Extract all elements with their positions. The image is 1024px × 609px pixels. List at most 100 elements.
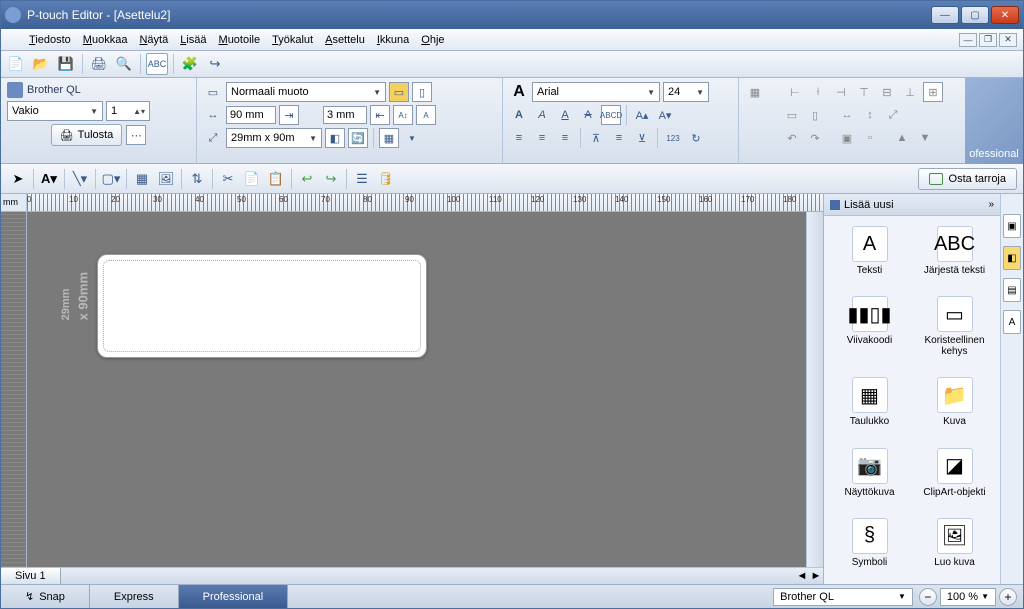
maximize-button[interactable]: ▢ [961, 6, 989, 24]
paste-icon[interactable]: 📋 [265, 168, 287, 190]
width-field[interactable]: 90 mm [226, 106, 276, 124]
media-b-icon[interactable]: 🔄 [348, 128, 368, 148]
dist-h-icon[interactable]: ▭ [782, 105, 802, 125]
buy-labels-button[interactable]: Osta tarroja [918, 168, 1017, 190]
line-tool-icon[interactable]: ╲▾ [69, 168, 91, 190]
dist-v-icon[interactable]: ▯ [805, 105, 825, 125]
mdi-minimize-button[interactable]: — [959, 33, 977, 47]
paper-size-dropdown[interactable]: 29mm x 90m▼ [226, 128, 322, 148]
copy-icon[interactable]: 📄 [241, 168, 263, 190]
scroll-right-icon[interactable]: ► [809, 570, 823, 582]
bg-arrow-icon[interactable]: ▼ [402, 128, 422, 148]
status-printer-dropdown[interactable]: Brother QL▼ [773, 588, 913, 606]
numbering-icon[interactable]: 123 [663, 128, 683, 148]
font-shrink-icon[interactable]: A▾ [655, 105, 675, 125]
shape-tool-icon[interactable]: ▢▾ [100, 168, 122, 190]
zoom-value[interactable]: 100 % ▼ [940, 588, 996, 606]
side-item-teksti[interactable]: ATeksti [828, 222, 911, 286]
print-icon[interactable]: 🖨 [88, 53, 110, 75]
menu-asettelu[interactable]: Asettelu [319, 32, 371, 48]
arrange-tool-icon[interactable]: ⇅ [186, 168, 208, 190]
font-size-dropdown[interactable]: 24▼ [663, 82, 709, 102]
properties-icon[interactable]: ☰ [351, 168, 373, 190]
margin-field[interactable]: 3 mm [323, 106, 367, 124]
font-dropdown[interactable]: Arial▼ [532, 82, 660, 102]
align-c-icon[interactable]: ⟊ [808, 82, 828, 102]
back-icon[interactable]: ▼ [915, 128, 935, 148]
zoom-out-button[interactable]: − [919, 588, 937, 606]
cut-icon[interactable]: ✂ [217, 168, 239, 190]
side-tab-3[interactable]: ▤ [1003, 278, 1021, 302]
menu-muokkaa[interactable]: Muokkaa [77, 32, 134, 48]
minimize-button[interactable]: — [931, 6, 959, 24]
align-r-icon[interactable]: ⊣ [831, 82, 851, 102]
align-grid-icon[interactable]: ⊞ [923, 82, 943, 102]
align-l-icon[interactable]: ⊢ [785, 82, 805, 102]
redo-icon[interactable]: ↪ [320, 168, 342, 190]
same-h-icon[interactable]: ↕ [860, 105, 880, 125]
front-icon[interactable]: ▲ [892, 128, 912, 148]
side-item-koristeellinen-kehys[interactable]: ▭Koristeellinen kehys [913, 292, 996, 367]
mode-snap[interactable]: ↯Snap [1, 585, 90, 608]
ungroup-icon[interactable]: ▫ [860, 128, 880, 148]
same-s-icon[interactable]: ⤢ [883, 105, 903, 125]
media-a-icon[interactable]: ◧ [325, 128, 345, 148]
canvas[interactable]: 29mmx 90mm [27, 212, 806, 567]
preview-icon[interactable]: 🔍 [113, 53, 135, 75]
valign-bot-icon[interactable]: ⊻ [632, 128, 652, 148]
orientation-landscape-icon[interactable]: ▭ [389, 82, 409, 102]
direction-a-icon[interactable]: A↕ [393, 105, 413, 125]
strike-icon[interactable]: A [578, 105, 598, 125]
align-m-icon[interactable]: ⊟ [877, 82, 897, 102]
side-tab-2[interactable]: ◧ [1003, 246, 1021, 270]
feed-icon[interactable]: ⇤ [370, 105, 390, 125]
page-tab-1[interactable]: Sivu 1 [1, 568, 61, 584]
new-icon[interactable]: 📄 [5, 53, 27, 75]
align-b-icon[interactable]: ⊥ [900, 82, 920, 102]
wizard-icon[interactable]: 🧩 [179, 53, 201, 75]
scroll-left-icon[interactable]: ◄ [795, 570, 809, 582]
text-tool-icon[interactable]: A▾ [38, 168, 60, 190]
bold-icon[interactable]: A [509, 105, 529, 125]
transfer-icon[interactable]: ↪ [204, 53, 226, 75]
side-item-symboli[interactable]: §Symboli [828, 514, 911, 578]
mdi-close-button[interactable]: ✕ [999, 33, 1017, 47]
menu-työkalut[interactable]: Työkalut [266, 32, 319, 48]
mode-express[interactable]: Express [90, 585, 179, 608]
menu-muotoile[interactable]: Muotoile [213, 32, 267, 48]
pointer-icon[interactable]: ➤ [7, 168, 29, 190]
group-icon[interactable]: ▣ [837, 128, 857, 148]
align-t-icon[interactable]: ⊤ [854, 82, 874, 102]
side-item-näyttökuva[interactable]: 📷Näyttökuva [828, 444, 911, 508]
menu-ohje[interactable]: Ohje [415, 32, 450, 48]
mdi-restore-button[interactable]: ❐ [979, 33, 997, 47]
same-w-icon[interactable]: ↔ [837, 105, 857, 125]
menu-tiedosto[interactable]: Tiedosto [23, 32, 77, 48]
side-collapse-icon[interactable]: » [988, 199, 994, 210]
menu-näytä[interactable]: Näytä [133, 32, 174, 48]
side-item-luo-kuva[interactable]: 🖼Luo kuva [913, 514, 996, 578]
paper-style-dropdown[interactable]: Normaali muoto▼ [226, 82, 386, 102]
print-options-icon[interactable]: ⋯ [126, 125, 146, 145]
rotate-l-icon[interactable]: ↶ [782, 128, 802, 148]
font-grow-icon[interactable]: A▴ [632, 105, 652, 125]
side-item-kuva[interactable]: 📁Kuva [913, 373, 996, 437]
rotate-text-icon[interactable]: ↻ [686, 128, 706, 148]
database-icon[interactable]: 🛢 [375, 168, 397, 190]
align-right-icon[interactable]: ≡ [555, 128, 575, 148]
scrollbar-vertical[interactable] [806, 212, 823, 567]
label-object[interactable] [97, 254, 427, 358]
valign-mid-icon[interactable]: ≡ [609, 128, 629, 148]
side-item-viivakoodi[interactable]: ▮▮▯▮Viivakoodi [828, 292, 911, 367]
menu-ikkuna[interactable]: Ikkuna [371, 32, 415, 48]
valign-top-icon[interactable]: ⊼ [586, 128, 606, 148]
mode-professional[interactable]: Professional [179, 585, 289, 608]
close-button[interactable]: ✕ [991, 6, 1019, 24]
orientation-portrait-icon[interactable]: ▯ [412, 82, 432, 102]
rotate-r-icon[interactable]: ↷ [805, 128, 825, 148]
abc-icon[interactable]: ABC [146, 53, 168, 75]
direction-b-icon[interactable]: A [416, 105, 436, 125]
align-left-icon[interactable]: ≡ [509, 128, 529, 148]
image-tool-icon[interactable]: 🖼 [155, 168, 177, 190]
bg-icon[interactable]: ▦ [379, 128, 399, 148]
